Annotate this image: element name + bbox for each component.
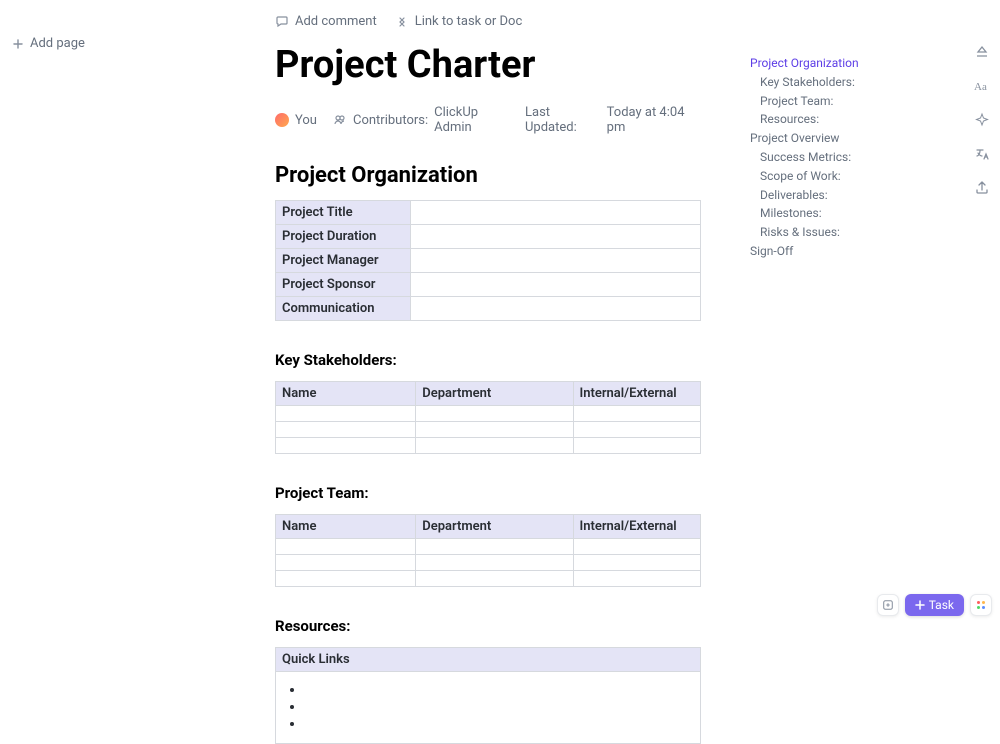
table-row-label[interactable]: Quick Links (276, 648, 701, 672)
outline-item[interactable]: Risks & Issues: (750, 223, 859, 242)
table-cell[interactable] (416, 406, 573, 422)
doc-meta: You Contributors: ClickUp Admin Last Upd… (275, 105, 701, 135)
task-label: Task (929, 598, 954, 612)
list-item[interactable] (304, 682, 694, 699)
table-row-label[interactable]: Project Sponsor (276, 273, 411, 297)
help-button[interactable] (877, 594, 899, 616)
table-cell[interactable] (416, 422, 573, 438)
table-cell[interactable] (573, 422, 701, 438)
list-item[interactable] (304, 699, 694, 716)
outline-item[interactable]: Project Overview (750, 129, 859, 148)
table-cell[interactable] (573, 571, 701, 587)
link-label: Link to task or Doc (415, 14, 523, 29)
owner-chip[interactable]: You (275, 113, 317, 128)
team-table[interactable]: Name Department Internal/External (275, 514, 701, 587)
svg-text:Aa: Aa (974, 81, 987, 93)
table-cell[interactable] (416, 555, 573, 571)
doc-toolbar: Add comment Link to task or Doc (275, 14, 701, 29)
table-cell[interactable] (276, 539, 416, 555)
table-cell[interactable] (573, 438, 701, 454)
contributors-chip[interactable]: Contributors: ClickUp Admin (333, 105, 509, 135)
avatar (275, 113, 289, 127)
collapse-panel-button[interactable] (972, 42, 992, 62)
share-button[interactable] (972, 178, 992, 198)
link-button[interactable]: Link to task or Doc (395, 14, 523, 29)
stakeholders-table[interactable]: Name Department Internal/External (275, 381, 701, 454)
outline-item[interactable]: Success Metrics: (750, 148, 859, 167)
table-cell[interactable] (411, 297, 701, 321)
section-heading-stakeholders[interactable]: Key Stakeholders: (275, 351, 701, 369)
outline-item[interactable]: Deliverables: (750, 186, 859, 205)
quick-links-list (282, 676, 694, 739)
list-item[interactable] (304, 716, 694, 733)
table-cell[interactable] (276, 672, 701, 744)
table-row-label[interactable]: Project Title (276, 201, 411, 225)
add-page-button[interactable]: Add page (8, 32, 89, 55)
table-cell[interactable] (416, 438, 573, 454)
table-header[interactable]: Department (416, 515, 573, 539)
table-cell[interactable] (276, 422, 416, 438)
contributors-value: ClickUp Admin (434, 105, 509, 135)
table-cell[interactable] (411, 201, 701, 225)
new-task-button[interactable]: Task (905, 594, 964, 616)
comment-icon (275, 15, 289, 29)
outline-panel: Project Organization Key Stakeholders: P… (750, 54, 859, 261)
outline-item[interactable]: Key Stakeholders: (750, 73, 859, 92)
updated-chip: Last Updated: Today at 4:04 pm (525, 105, 701, 135)
resources-table[interactable]: Quick Links (275, 647, 701, 744)
table-header[interactable]: Name (276, 515, 416, 539)
add-page-label: Add page (30, 36, 85, 51)
outline-item[interactable]: Scope of Work: (750, 167, 859, 186)
document-body: Add comment Link to task or Doc Project … (275, 14, 701, 744)
table-cell[interactable] (411, 225, 701, 249)
section-heading-resources[interactable]: Resources: (275, 617, 701, 635)
table-cell[interactable] (276, 438, 416, 454)
add-comment-button[interactable]: Add comment (275, 14, 377, 29)
table-header[interactable]: Internal/External (573, 382, 701, 406)
table-cell[interactable] (416, 539, 573, 555)
add-comment-label: Add comment (295, 14, 377, 29)
table-cell[interactable] (276, 571, 416, 587)
translate-button[interactable] (972, 144, 992, 164)
table-cell[interactable] (416, 571, 573, 587)
table-cell[interactable] (573, 555, 701, 571)
updated-label: Last Updated: (525, 105, 601, 135)
outline-item[interactable]: Project Team: (750, 92, 859, 111)
doc-title[interactable]: Project Charter (275, 43, 701, 87)
plus-icon (12, 38, 24, 50)
table-row-label[interactable]: Communication (276, 297, 411, 321)
ai-sparkle-button[interactable] (972, 110, 992, 130)
typography-button[interactable]: Aa (972, 76, 992, 96)
link-icon (395, 15, 409, 29)
table-header[interactable]: Name (276, 382, 416, 406)
table-cell[interactable] (573, 539, 701, 555)
section-heading-team[interactable]: Project Team: (275, 484, 701, 502)
table-cell[interactable] (573, 406, 701, 422)
outline-item[interactable]: Milestones: (750, 204, 859, 223)
apps-icon (977, 601, 986, 610)
table-row-label[interactable]: Project Manager (276, 249, 411, 273)
table-cell[interactable] (276, 555, 416, 571)
apps-button[interactable] (970, 594, 992, 616)
outline-item[interactable]: Resources: (750, 110, 859, 129)
contributors-label: Contributors: (353, 113, 428, 128)
table-cell[interactable] (411, 273, 701, 297)
people-icon (333, 113, 347, 127)
table-row-label[interactable]: Project Duration (276, 225, 411, 249)
table-cell[interactable] (411, 249, 701, 273)
table-cell[interactable] (276, 406, 416, 422)
organization-table[interactable]: Project Title Project Duration Project M… (275, 200, 701, 321)
outline-item[interactable]: Sign-Off (750, 242, 859, 261)
section-heading-organization[interactable]: Project Organization (275, 163, 701, 188)
table-header[interactable]: Department (416, 382, 573, 406)
updated-value: Today at 4:04 pm (607, 105, 701, 135)
owner-name: You (295, 113, 317, 128)
table-header[interactable]: Internal/External (573, 515, 701, 539)
bottom-bar: Task (877, 594, 992, 616)
right-rail: Aa (972, 42, 992, 198)
outline-item[interactable]: Project Organization (750, 54, 859, 73)
